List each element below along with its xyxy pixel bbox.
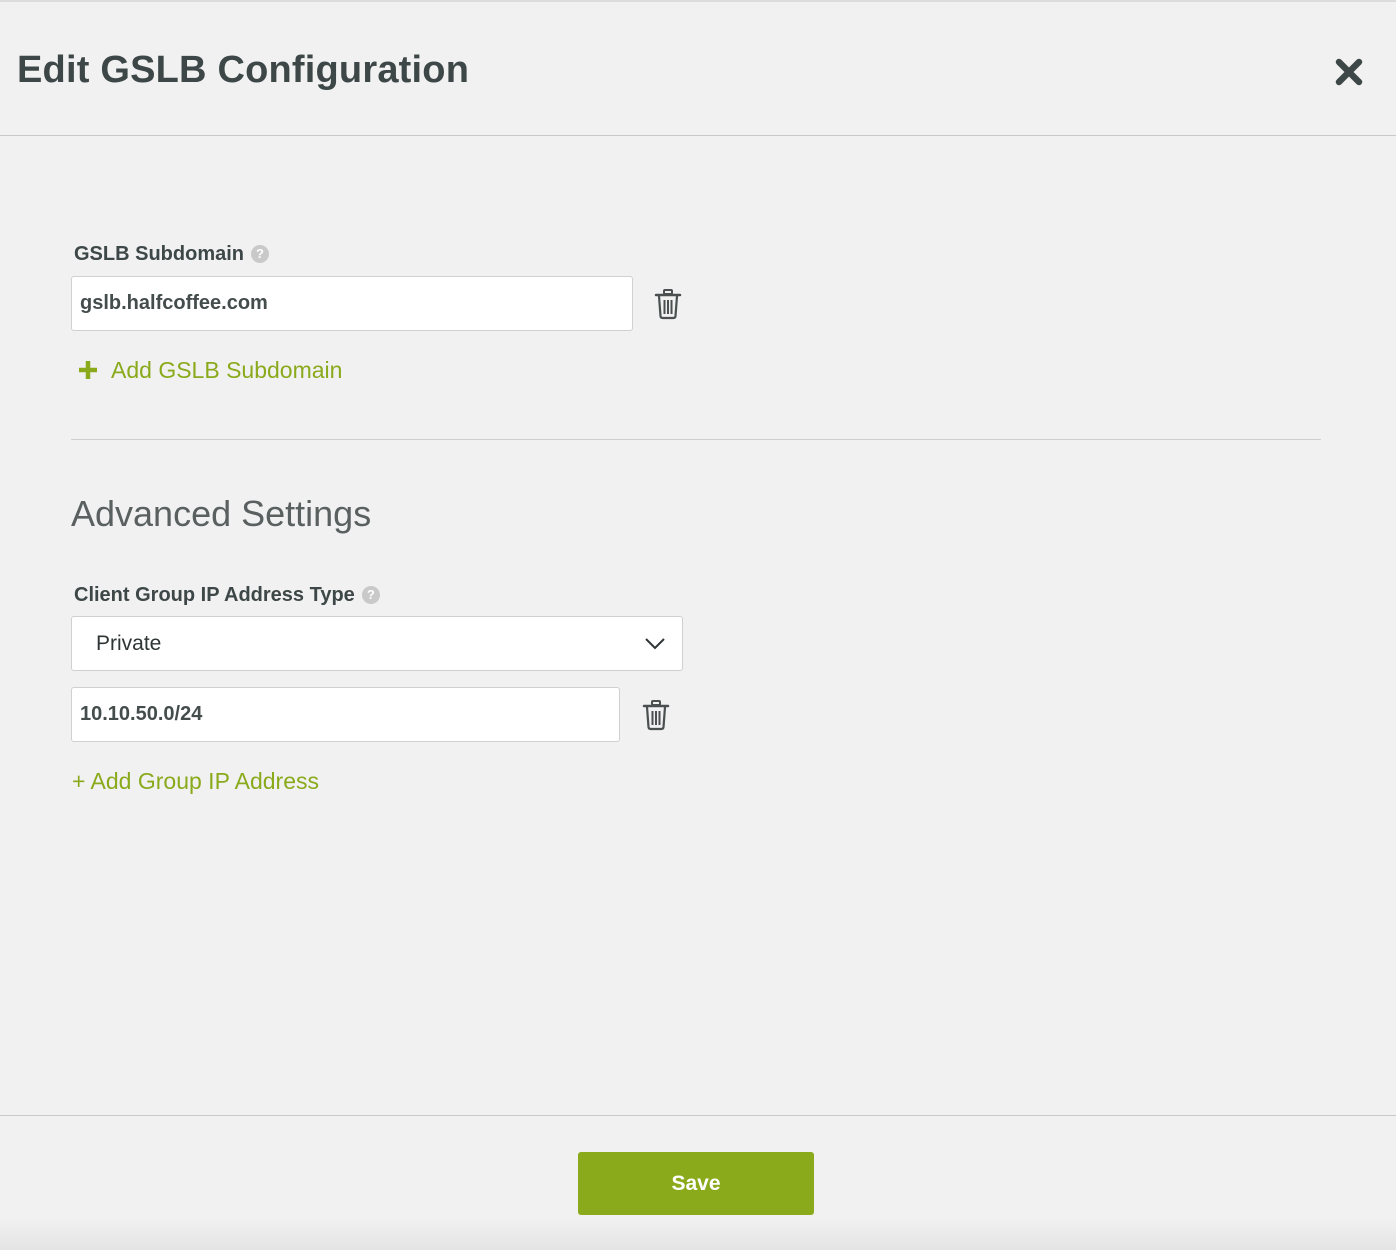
gslb-subdomain-label: GSLB Subdomain ? xyxy=(74,242,269,266)
save-button[interactable]: Save xyxy=(578,1152,814,1215)
trash-icon xyxy=(654,289,682,320)
delete-subdomain-button[interactable] xyxy=(654,288,682,320)
gslb-subdomain-input[interactable] xyxy=(71,276,633,331)
gslb-subdomain-label-text: GSLB Subdomain xyxy=(74,243,244,265)
dialog-footer: Save xyxy=(0,1115,1396,1250)
add-gslb-subdomain-link[interactable]: Add GSLB Subdomain xyxy=(78,356,342,384)
trash-icon xyxy=(642,700,670,731)
dialog-title: Edit GSLB Configuration xyxy=(17,49,470,91)
plus-icon xyxy=(79,361,97,379)
client-group-ip-type-label-text: Client Group IP Address Type xyxy=(74,584,355,606)
add-group-ip-label: + Add Group IP Address xyxy=(72,768,319,794)
group-ip-input[interactable] xyxy=(71,687,620,742)
delete-group-ip-button[interactable] xyxy=(642,699,670,731)
dialog-header: Edit GSLB Configuration xyxy=(0,2,1396,136)
ip-type-select[interactable]: Private xyxy=(71,616,683,671)
help-icon[interactable]: ? xyxy=(251,245,269,263)
help-icon[interactable]: ? xyxy=(361,586,380,604)
section-divider xyxy=(71,439,1321,440)
advanced-settings-title: Advanced Settings xyxy=(71,493,372,534)
add-group-ip-link[interactable]: + Add Group IP Address xyxy=(72,767,319,795)
add-gslb-subdomain-label: Add GSLB Subdomain xyxy=(111,357,343,383)
close-icon xyxy=(1335,58,1363,86)
client-group-ip-type-label: Client Group IP Address Type ? xyxy=(74,583,380,607)
edit-gslb-dialog: Edit GSLB Configuration GSLB Subdomain ?… xyxy=(0,0,1396,1250)
chevron-down-icon xyxy=(645,638,665,650)
close-button[interactable] xyxy=(1330,54,1368,90)
ip-type-selected-value: Private xyxy=(96,632,162,655)
